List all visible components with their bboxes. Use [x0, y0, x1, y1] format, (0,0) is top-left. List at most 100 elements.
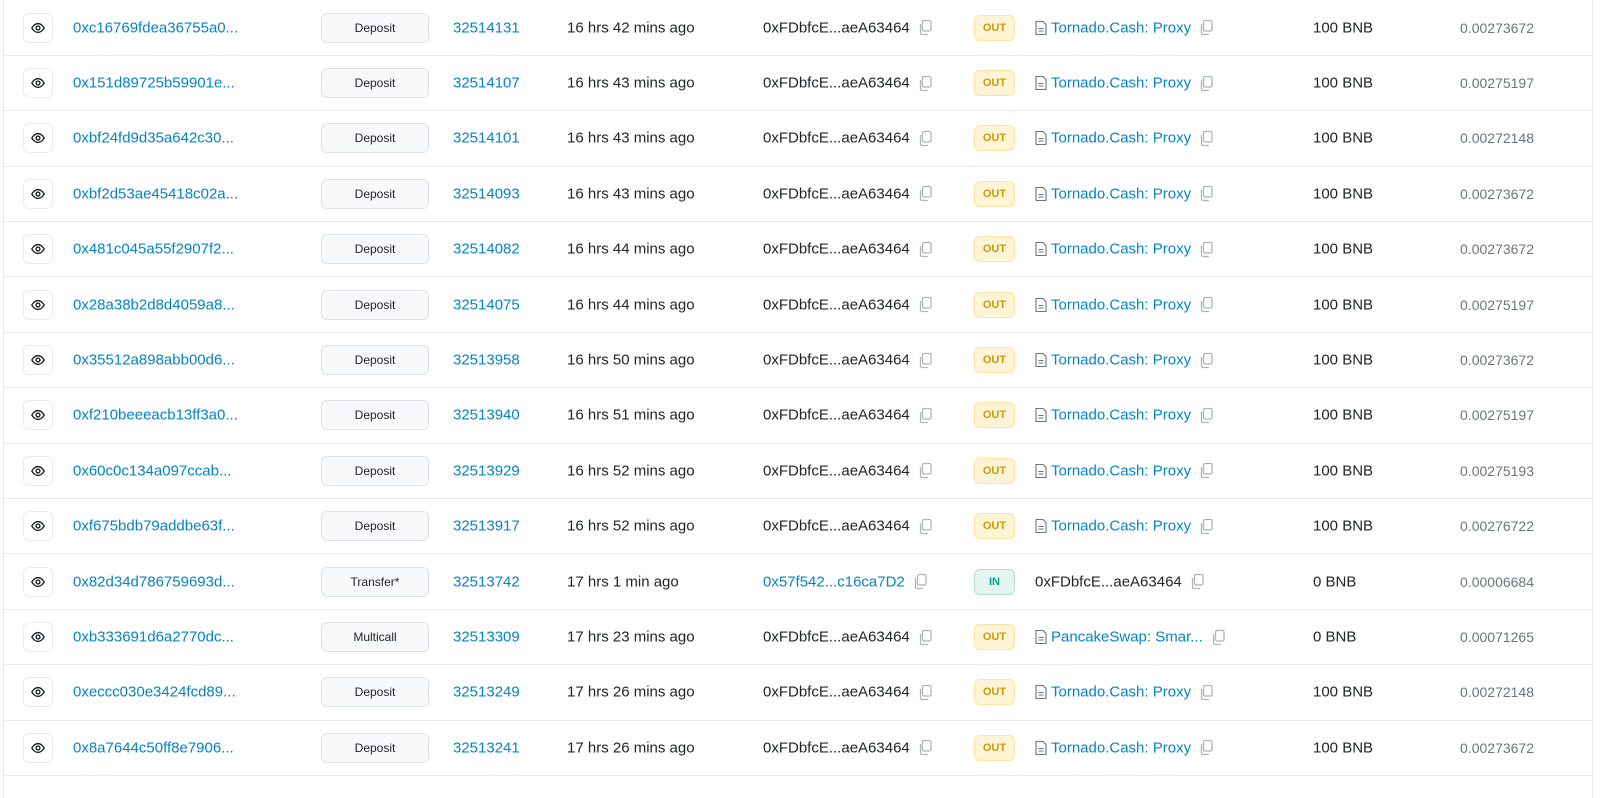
view-details-button[interactable] — [23, 289, 53, 320]
to-address[interactable]: Tornado.Cash: Proxy — [1051, 130, 1191, 147]
to-address[interactable]: Tornado.Cash: Proxy — [1051, 19, 1191, 36]
to-address[interactable]: Tornado.Cash: Proxy — [1051, 739, 1191, 756]
view-details-button[interactable] — [23, 677, 53, 708]
copy-icon[interactable] — [1199, 241, 1213, 257]
to-address[interactable]: PancakeSwap: Smar... — [1051, 629, 1203, 646]
block-link[interactable]: 32513742 — [453, 573, 520, 590]
tx-hash-link[interactable]: 0xc16769fdea36755a0... — [73, 19, 238, 36]
view-details-button[interactable] — [23, 400, 53, 431]
view-details-button[interactable] — [23, 566, 53, 597]
copy-icon[interactable] — [1199, 684, 1213, 701]
method-badge[interactable]: Deposit — [321, 511, 429, 542]
copy-icon[interactable] — [918, 20, 932, 36]
tx-hash-link[interactable]: 0xb333691d6a2770dc... — [73, 629, 234, 646]
method-badge[interactable]: Deposit — [321, 732, 429, 763]
block-link[interactable]: 32514075 — [453, 296, 520, 313]
block-link[interactable]: 32513940 — [453, 407, 520, 424]
copy-icon[interactable] — [1199, 130, 1213, 147]
tx-hash-link[interactable]: 0x481c045a55f2907f2... — [73, 241, 234, 258]
view-details-button[interactable] — [23, 123, 53, 154]
block-link[interactable]: 32514107 — [453, 75, 520, 92]
to-address[interactable]: Tornado.Cash: Proxy — [1051, 518, 1191, 535]
copy-icon[interactable] — [918, 297, 932, 313]
to-address[interactable]: Tornado.Cash: Proxy — [1051, 462, 1191, 479]
block-link[interactable]: 32513249 — [453, 684, 520, 701]
copy-icon[interactable] — [1190, 574, 1204, 590]
tx-hash-link[interactable]: 0xeccc030e3424fcd89... — [73, 684, 236, 701]
view-details-button[interactable] — [23, 732, 53, 763]
block-link[interactable]: 32514101 — [453, 130, 520, 147]
view-details-button[interactable] — [23, 178, 53, 209]
copy-icon[interactable] — [1199, 20, 1213, 36]
to-address[interactable]: Tornado.Cash: Proxy — [1051, 684, 1191, 701]
to-address[interactable]: Tornado.Cash: Proxy — [1051, 352, 1191, 369]
copy-icon[interactable] — [918, 130, 932, 147]
to-address[interactable]: Tornado.Cash: Proxy — [1051, 241, 1191, 258]
method-badge[interactable]: Deposit — [321, 12, 429, 43]
block-link[interactable]: 32513917 — [453, 518, 520, 535]
tx-hash-link[interactable]: 0xf675bdb79addbe63f... — [73, 518, 235, 535]
to-address[interactable]: Tornado.Cash: Proxy — [1051, 407, 1191, 424]
method-badge[interactable]: Transfer* — [321, 566, 429, 597]
copy-icon[interactable] — [918, 75, 932, 91]
copy-icon[interactable] — [918, 518, 932, 534]
view-details-button[interactable] — [23, 12, 53, 43]
from-address[interactable]: 0x57f542...c16ca7D2 — [763, 573, 905, 590]
copy-icon[interactable] — [918, 629, 932, 645]
method-badge[interactable]: Multicall — [321, 622, 429, 653]
tx-hash-link[interactable]: 0x151d89725b59901e... — [73, 75, 235, 92]
copy-icon[interactable] — [1199, 75, 1213, 91]
method-badge[interactable]: Deposit — [321, 455, 429, 486]
copy-icon[interactable] — [1199, 352, 1213, 368]
tx-hash-link[interactable]: 0x28a38b2d8d4059a8... — [73, 296, 235, 313]
view-details-button[interactable] — [23, 622, 53, 653]
method-badge[interactable]: Deposit — [321, 289, 429, 320]
to-address[interactable]: Tornado.Cash: Proxy — [1051, 296, 1191, 313]
method-badge[interactable]: Deposit — [321, 234, 429, 265]
tx-hash-link[interactable]: 0xf210beeeacb13ff3a0... — [73, 407, 238, 424]
tx-hash-link[interactable]: 0xbf24fd9d35a642c30... — [73, 130, 234, 147]
block-link[interactable]: 32514093 — [453, 185, 520, 202]
copy-icon[interactable] — [918, 241, 932, 257]
copy-icon[interactable] — [913, 574, 927, 590]
copy-icon[interactable] — [1199, 297, 1213, 313]
copy-icon[interactable] — [918, 463, 932, 479]
tx-hash-link[interactable]: 0x8a7644c50ff8e7906... — [73, 739, 234, 756]
method-badge[interactable]: Deposit — [321, 345, 429, 376]
method-badge[interactable]: Deposit — [321, 68, 429, 99]
tx-hash-link[interactable]: 0x60c0c134a097ccab... — [73, 462, 231, 479]
copy-icon[interactable] — [918, 740, 932, 756]
copy-icon[interactable] — [918, 407, 932, 424]
to-address[interactable]: Tornado.Cash: Proxy — [1051, 75, 1191, 92]
view-details-button[interactable] — [23, 68, 53, 99]
copy-icon[interactable] — [1199, 518, 1213, 534]
view-details-button[interactable] — [23, 455, 53, 486]
tx-hash-link[interactable]: 0x35512a898abb00d6... — [73, 352, 235, 369]
block-link[interactable]: 32513309 — [453, 629, 520, 646]
copy-icon[interactable] — [1199, 186, 1213, 202]
from-address: 0xFDbfcE...aeA63464 — [763, 296, 910, 314]
view-details-button[interactable] — [23, 234, 53, 265]
value-text: 0 BNB — [1313, 628, 1357, 646]
block-link[interactable]: 32513929 — [453, 462, 520, 479]
block-link[interactable]: 32514131 — [453, 19, 520, 36]
copy-icon[interactable] — [1199, 463, 1213, 479]
copy-icon[interactable] — [918, 186, 932, 202]
tx-hash-link[interactable]: 0x82d34d786759693d... — [73, 573, 235, 590]
block-link[interactable]: 32513958 — [453, 352, 520, 369]
block-link[interactable]: 32513241 — [453, 739, 520, 756]
view-details-button[interactable] — [23, 345, 53, 376]
block-link[interactable]: 32514082 — [453, 241, 520, 258]
copy-icon[interactable] — [1211, 629, 1225, 645]
method-badge[interactable]: Deposit — [321, 400, 429, 431]
tx-hash-link[interactable]: 0xbf2d53ae45418c02a... — [73, 185, 238, 202]
copy-icon[interactable] — [1199, 407, 1213, 424]
copy-icon[interactable] — [918, 684, 932, 701]
method-badge[interactable]: Deposit — [321, 677, 429, 708]
method-badge[interactable]: Deposit — [321, 178, 429, 209]
to-address[interactable]: Tornado.Cash: Proxy — [1051, 185, 1191, 202]
copy-icon[interactable] — [918, 352, 932, 368]
method-badge[interactable]: Deposit — [321, 123, 429, 154]
copy-icon[interactable] — [1199, 740, 1213, 756]
view-details-button[interactable] — [23, 511, 53, 542]
